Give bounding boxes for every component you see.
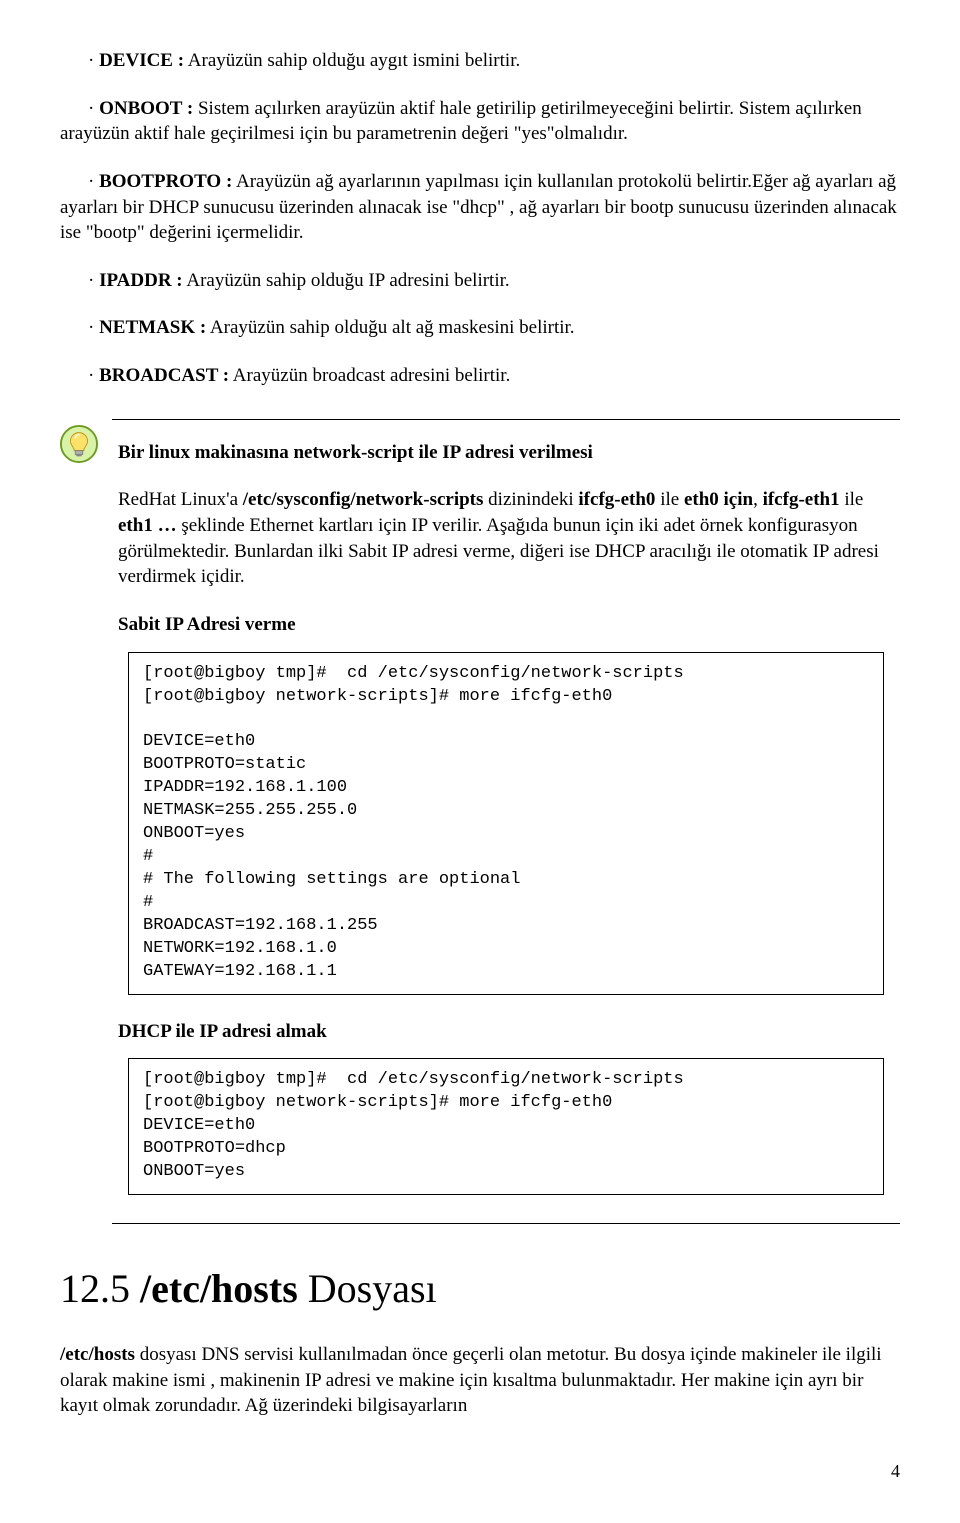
tip-box: Bir linux makinasına network-script ile …: [60, 419, 900, 1224]
bullet-bootproto: · BOOTPROTO : Arayüzün ağ ayarlarının ya…: [60, 169, 900, 246]
bullet-onboot: · ONBOOT : Sistem açılırken arayüzün akt…: [60, 96, 900, 147]
tip-subtitle-static: Sabit IP Adresi verme: [118, 612, 894, 638]
bullet-device: · DEVICE : Arayüzün sahip olduğu aygıt i…: [60, 48, 900, 74]
page-number: 4: [60, 1459, 900, 1483]
bullet-broadcast: · BROADCAST : Arayüzün broadcast adresin…: [60, 363, 900, 389]
code-block-dhcp: [root@bigboy tmp]# cd /etc/sysconfig/net…: [128, 1058, 884, 1195]
tip-title: Bir linux makinasına network-script ile …: [118, 440, 894, 466]
code-block-static-ip: [root@bigboy tmp]# cd /etc/sysconfig/net…: [128, 652, 884, 995]
tip-subtitle-dhcp: DHCP ile IP adresi almak: [118, 1019, 894, 1045]
lightbulb-icon: [60, 425, 98, 471]
bullet-ipaddr: · IPADDR : Arayüzün sahip olduğu IP adre…: [60, 268, 900, 294]
section-paragraph: /etc/hosts dosyası DNS servisi kullanılm…: [60, 1342, 900, 1419]
section-title: 12.5 /etc/hosts Dosyası: [60, 1262, 900, 1316]
bullet-netmask: · NETMASK : Arayüzün sahip olduğu alt ağ…: [60, 315, 900, 341]
tip-paragraph: RedHat Linux'a /etc/sysconfig/network-sc…: [118, 487, 894, 590]
